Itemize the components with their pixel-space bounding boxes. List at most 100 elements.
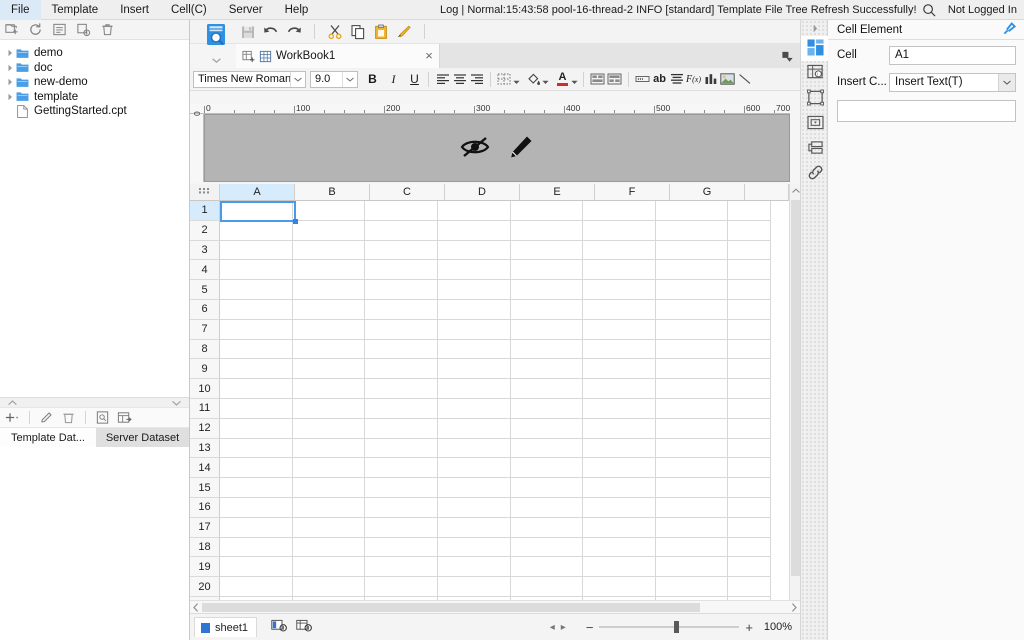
column-header-g[interactable]: G bbox=[670, 184, 745, 201]
grid-cell-x3[interactable] bbox=[728, 240, 771, 261]
grid-row[interactable] bbox=[220, 359, 771, 380]
row-header[interactable]: 6 bbox=[190, 299, 220, 320]
grid-cell-g15[interactable] bbox=[655, 478, 729, 498]
grid-cell-e12[interactable] bbox=[510, 418, 584, 439]
grid-cell-x19[interactable] bbox=[728, 557, 771, 578]
preview-icon[interactable] bbox=[95, 410, 110, 425]
column-header-c[interactable]: C bbox=[370, 184, 445, 201]
new-sheet-icon[interactable] bbox=[242, 50, 255, 63]
grid-cell-c3[interactable] bbox=[365, 240, 438, 261]
grid-row[interactable] bbox=[220, 497, 771, 518]
grid-cell-d17[interactable] bbox=[437, 517, 511, 538]
menu-item-insert[interactable]: Insert bbox=[109, 0, 160, 20]
zoom-out-button[interactable]: − bbox=[586, 620, 594, 635]
grid-cell-c4[interactable] bbox=[365, 260, 438, 281]
grid-cell-e10[interactable] bbox=[510, 379, 584, 399]
grid-cell-e19[interactable] bbox=[510, 557, 584, 578]
grid-cell-g1[interactable] bbox=[655, 201, 729, 221]
chevron-right-icon[interactable] bbox=[4, 62, 16, 74]
grid-cell-g20[interactable] bbox=[655, 577, 729, 597]
row-header[interactable]: 3 bbox=[190, 240, 220, 261]
grid-cell-f11[interactable] bbox=[583, 398, 656, 419]
font-size-select[interactable]: 9.0 bbox=[310, 70, 358, 88]
grid-cell-b7[interactable] bbox=[292, 319, 366, 340]
sheet-tab-sheet1[interactable]: sheet1 bbox=[194, 617, 258, 637]
grid-cell-d14[interactable] bbox=[437, 458, 511, 479]
grid-cell-c2[interactable] bbox=[365, 220, 438, 241]
row-header[interactable]: 13 bbox=[190, 438, 220, 459]
grid-cell-c9[interactable] bbox=[365, 359, 438, 380]
grid-cell-e8[interactable] bbox=[510, 339, 584, 360]
grid-cell-g2[interactable] bbox=[655, 220, 729, 241]
grid-cell-d20[interactable] bbox=[437, 577, 511, 597]
grid-cell-e4[interactable] bbox=[510, 260, 584, 281]
grid-cell-x1[interactable] bbox=[728, 201, 771, 221]
edit-icon[interactable] bbox=[39, 410, 54, 425]
grid-cell-c8[interactable] bbox=[365, 339, 438, 360]
add-icon[interactable] bbox=[5, 410, 20, 425]
chevron-down-icon[interactable] bbox=[571, 76, 578, 84]
cell-input[interactable]: A1 bbox=[889, 45, 1016, 65]
grid-cell-f6[interactable] bbox=[583, 299, 656, 320]
sheet-settings-icon[interactable] bbox=[296, 619, 313, 635]
column-header-d[interactable]: D bbox=[445, 184, 520, 201]
tree-item-getting-started[interactable]: GettingStarted.cpt bbox=[0, 104, 189, 119]
grid-cell-g11[interactable] bbox=[655, 398, 729, 419]
copy-icon[interactable] bbox=[350, 24, 366, 40]
grid-cell-f20[interactable] bbox=[583, 577, 656, 597]
grid-cell-g10[interactable] bbox=[655, 379, 729, 399]
grid-cell-d2[interactable] bbox=[437, 220, 511, 241]
font-color-icon[interactable]: A bbox=[554, 71, 571, 88]
row-header[interactable]: 19 bbox=[190, 557, 220, 578]
grid-cell-x8[interactable] bbox=[728, 339, 771, 360]
grid-cell-x7[interactable] bbox=[728, 319, 771, 340]
grid-cell-a1[interactable] bbox=[220, 201, 293, 221]
grid-row[interactable] bbox=[220, 438, 771, 459]
grid-cell-e6[interactable] bbox=[510, 299, 584, 320]
grid-cell-d3[interactable] bbox=[437, 240, 511, 261]
column-header-f[interactable]: F bbox=[595, 184, 670, 201]
grid-cell-d18[interactable] bbox=[437, 537, 511, 558]
grid-cell-e17[interactable] bbox=[510, 517, 584, 538]
search-icon[interactable] bbox=[922, 3, 937, 18]
chevron-right-icon[interactable] bbox=[4, 91, 16, 103]
grid-cell-x2[interactable] bbox=[728, 220, 771, 241]
cut-icon[interactable] bbox=[327, 24, 343, 40]
grid-cell-d13[interactable] bbox=[437, 438, 511, 459]
row-header[interactable]: 12 bbox=[190, 418, 220, 439]
grid-cell-c12[interactable] bbox=[365, 418, 438, 439]
italic-button[interactable]: I bbox=[385, 71, 402, 88]
grid-cell-f2[interactable] bbox=[583, 220, 656, 241]
row-header[interactable]: 10 bbox=[190, 379, 220, 399]
grid-cell-a18[interactable] bbox=[220, 537, 293, 558]
grid-cell-d9[interactable] bbox=[437, 359, 511, 380]
grid-row[interactable] bbox=[220, 577, 771, 597]
grid-row[interactable] bbox=[220, 537, 771, 558]
scroll-left-icon[interactable] bbox=[190, 602, 202, 612]
rail-item-hyperlink[interactable] bbox=[801, 161, 829, 186]
grid-cell-c16[interactable] bbox=[365, 497, 438, 518]
grid-row[interactable] bbox=[220, 260, 771, 281]
grid-cell-g17[interactable] bbox=[655, 517, 729, 538]
grid-cell-b3[interactable] bbox=[292, 240, 366, 261]
chevron-down-icon[interactable] bbox=[342, 71, 357, 87]
grid-cell-d4[interactable] bbox=[437, 260, 511, 281]
grid-cell-g3[interactable] bbox=[655, 240, 729, 261]
horizontal-scrollbar[interactable] bbox=[190, 600, 800, 613]
menu-item-help[interactable]: Help bbox=[274, 0, 320, 20]
grid-cell-a20[interactable] bbox=[220, 577, 293, 597]
chevron-down-icon[interactable] bbox=[290, 71, 305, 87]
grid-cell-f5[interactable] bbox=[583, 280, 656, 300]
grid-cell-b14[interactable] bbox=[292, 458, 366, 479]
grid-cell-g6[interactable] bbox=[655, 299, 729, 320]
grid-row[interactable] bbox=[220, 517, 771, 538]
dataset-splitter[interactable] bbox=[0, 397, 189, 408]
grid-cell-b18[interactable] bbox=[292, 537, 366, 558]
grid-cell-a14[interactable] bbox=[220, 458, 293, 479]
grid-cell-f17[interactable] bbox=[583, 517, 656, 538]
grid-cell-b8[interactable] bbox=[292, 339, 366, 360]
nav-next-button[interactable]: ▸ bbox=[561, 622, 566, 633]
font-family-select[interactable]: Times New Roman bbox=[193, 70, 306, 88]
grid-cell-f1[interactable] bbox=[583, 201, 656, 221]
grid-cell-d16[interactable] bbox=[437, 497, 511, 518]
